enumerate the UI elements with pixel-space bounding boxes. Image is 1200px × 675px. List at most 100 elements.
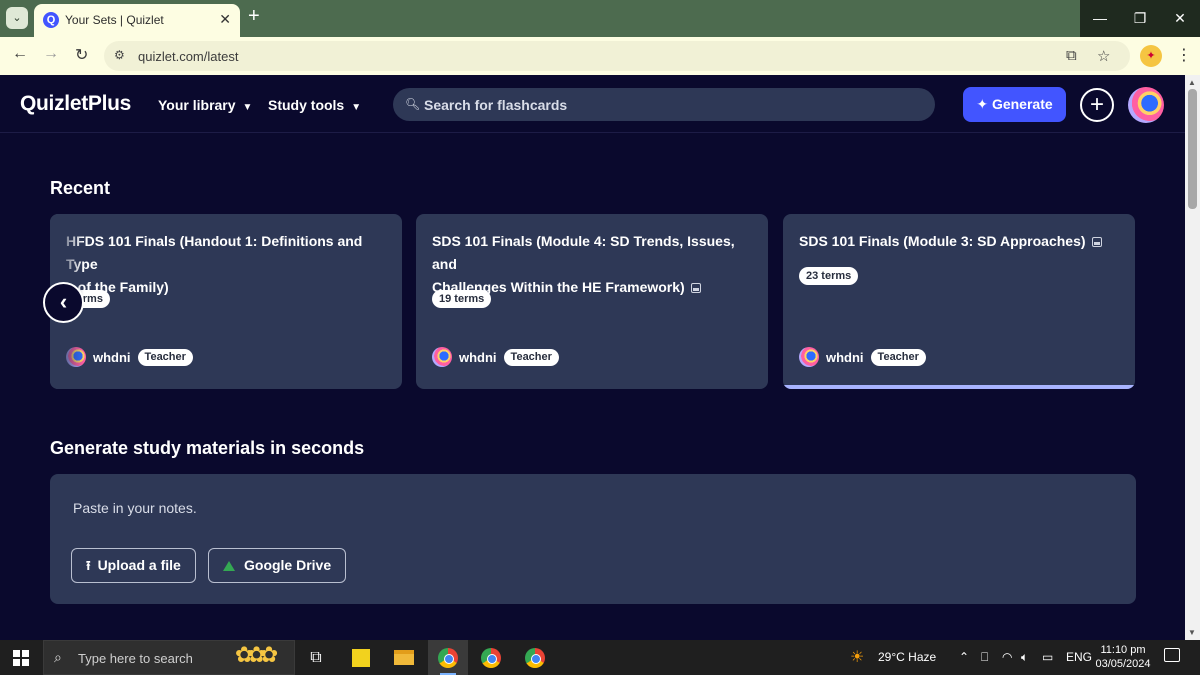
wifi-icon[interactable]: ◠ [1002,650,1012,664]
card-title-line1: SDS 101 Finals (Module 3: SD Approaches) [799,233,1086,249]
terms-badge: 23 terms [799,267,859,285]
card-title-line1: HFDS 101 Finals (Handout 1: Definitions … [66,233,363,272]
recent-card[interactable]: SDS 101 Finals (Module 4: SD Trends, Iss… [416,214,768,389]
windows-start-icon[interactable] [13,650,29,666]
upload-label: Upload a file [97,557,181,573]
chrome-app-icon[interactable] [515,640,555,675]
address-bar[interactable]: ⚙ quizlet.com/latest ⧉ ☆ [104,41,1130,71]
volume-icon[interactable]: 🔈︎ [1021,650,1028,665]
image-icon [1091,237,1102,247]
create-plus-button[interactable]: + [1080,88,1114,122]
card-title[interactable]: SDS 101 Finals (Module 4: SD Trends, Iss… [432,230,757,299]
weather-text[interactable]: 29°C Haze [878,650,936,664]
windows-taskbar: ⌕ Type here to search ✿✿✿ ⧉ ☀ 29°C Haze … [0,640,1200,675]
sticky-notes-app-icon[interactable] [341,640,381,675]
image-icon [690,283,701,293]
new-tab-button[interactable]: + [248,5,260,28]
role-badge: Teacher [870,348,926,366]
generate-section-title: Generate study materials in seconds [50,438,365,458]
recent-card[interactable]: HFDS 101 Finals (Handout 1: Definitions … [50,214,402,389]
chevron-left-icon[interactable]: ‹ [43,282,84,323]
browser-tab[interactable]: Q Your Sets | Quizlet ✕ [34,4,240,37]
meet-now-icon[interactable]: ⎕ [981,650,988,665]
upload-icon: ⭱ [86,558,91,573]
card-title[interactable]: HFDS 101 Finals (Handout 1: Definitions … [66,230,391,299]
minimize-button[interactable]: — [1080,0,1120,37]
notifications-icon[interactable] [1164,648,1180,662]
clock-time: 11:10 pm [1100,644,1146,656]
google-drive-icon [223,561,235,571]
author-avatar [799,347,819,367]
google-drive-button[interactable]: Google Drive [208,548,347,583]
card-active-bar [783,385,1135,389]
quizlet-logo[interactable]: QuizletPlus [20,92,131,116]
card-author[interactable]: whdni Teacher [799,347,926,367]
generate-label: Generate [991,96,1053,112]
author-name: whdni [93,349,131,365]
author-name: whdni [826,349,864,365]
notes-placeholder: Paste in your notes. [73,500,197,516]
card-author[interactable]: whdni Teacher [66,347,193,367]
drive-label: Google Drive [244,557,332,573]
window-controls: — ❐ ✕ [1080,0,1200,37]
scroll-thumb[interactable] [1188,89,1197,209]
browser-tab-bar: ⌄ Q Your Sets | Quizlet ✕ + — ❐ ✕ [0,0,1200,37]
card-title-line1: SDS 101 Finals (Module 4: SD Trends, Iss… [432,233,735,272]
upload-file-button[interactable]: ⭱ Upload a file [71,548,196,583]
flowers-decoration-icon: ✿✿✿ [235,642,278,667]
page-scrollbar[interactable]: ▲ ▼ [1185,75,1200,640]
recent-card[interactable]: SDS 101 Finals (Module 3: SD Approaches)… [783,214,1135,389]
browser-toolbar: ← → ↻ ⚙ quizlet.com/latest ⧉ ☆ ✦ ⋮ [0,37,1200,75]
reload-icon[interactable]: ↻ [75,45,88,65]
header-divider [0,132,1185,133]
terms-badge: 19 terms [432,290,492,308]
card-title[interactable]: SDS 101 Finals (Module 3: SD Approaches) [799,230,1124,253]
role-badge: Teacher [503,348,559,366]
nav-your-library-label: Your library [158,97,236,113]
file-explorer-app-icon[interactable] [384,640,424,675]
bookmark-star-icon[interactable]: ☆ [1097,47,1110,65]
taskbar-search-placeholder: Type here to search [78,651,193,666]
task-view-icon[interactable]: ⧉ [296,640,336,675]
generate-button[interactable]: ✦ Generate [963,87,1066,122]
search-input[interactable]: 🔍︎ Search for flashcards [393,88,935,121]
language-indicator[interactable]: ENG [1066,650,1092,664]
sparkle-icon: ✦ [976,96,989,112]
tab-search-button[interactable]: ⌄ [6,7,28,29]
nav-your-library[interactable]: Your library ▼ [158,97,252,113]
tab-close-icon[interactable]: ✕ [219,11,231,28]
nav-study-tools-label: Study tools [268,97,345,113]
tray-chevron-up-icon[interactable]: ⌃ [959,650,969,664]
search-icon: 🔍︎ [405,97,421,111]
weather-icon[interactable]: ☀ [850,647,864,667]
window-close-button[interactable]: ✕ [1160,0,1200,37]
role-badge: Teacher [137,348,193,366]
clock-date: 03/05/2024 [1095,658,1151,670]
forward-arrow-icon[interactable]: → [43,45,59,63]
notes-input[interactable]: Paste in your notes. ⭱ Upload a file Goog… [50,474,1136,604]
tab-title: Your Sets | Quizlet [65,13,164,27]
chevron-down-icon: ▼ [242,102,253,113]
restore-button[interactable]: ❐ [1120,0,1160,37]
card-author[interactable]: whdni Teacher [432,347,559,367]
recent-title: Recent [50,178,111,198]
browser-menu-icon[interactable]: ⋮ [1176,45,1192,65]
quizlet-favicon-icon: Q [43,12,59,28]
search-placeholder: Search for flashcards [424,97,568,113]
install-app-icon[interactable]: ⧉ [1066,47,1077,64]
taskbar-clock[interactable]: 11:10 pm 03/05/2024 [1090,643,1156,671]
scroll-down-icon[interactable]: ▼ [1188,628,1196,637]
back-arrow-icon[interactable]: ← [12,45,28,63]
search-icon: ⌕ [54,649,62,665]
nav-study-tools[interactable]: Study tools ▼ [268,97,361,113]
site-info-icon[interactable]: ⚙ [114,48,125,62]
chrome-app-icon[interactable] [471,640,511,675]
user-avatar[interactable] [1128,87,1164,123]
chrome-app-icon[interactable] [428,640,468,675]
battery-icon[interactable]: ▭ [1042,650,1053,664]
scroll-up-icon[interactable]: ▲ [1188,78,1196,87]
author-avatar [432,347,452,367]
extension-icon[interactable]: ✦ [1140,45,1162,67]
chevron-down-icon: ▼ [351,102,362,113]
url-text[interactable]: quizlet.com/latest [138,49,238,64]
